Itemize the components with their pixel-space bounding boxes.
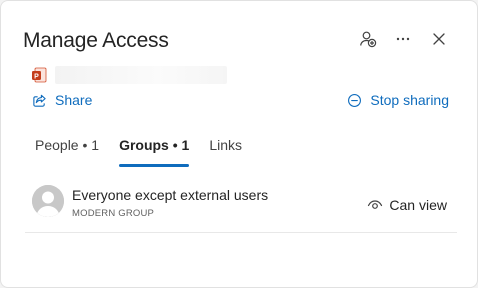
share-icon	[33, 94, 46, 107]
stop-icon	[348, 93, 362, 107]
member-row: Everyone except external users MODERN GR…	[25, 181, 457, 233]
permission-dropdown[interactable]: Can view	[367, 197, 447, 213]
file-name	[55, 66, 227, 84]
member-type: MODERN GROUP	[72, 208, 155, 219]
access-tabs: People • 1 Groups • 1 Links	[25, 135, 252, 169]
more-icon[interactable]	[393, 29, 413, 49]
eye-icon	[368, 200, 383, 209]
member-name: Everyone except external users	[72, 187, 269, 203]
dialog-title: Manage Access	[23, 29, 169, 52]
share-label: Share	[55, 92, 93, 108]
powerpoint-file-icon: P	[31, 67, 47, 83]
tab-links[interactable]: Links	[199, 135, 252, 167]
stop-sharing-label: Stop sharing	[370, 92, 449, 108]
group-avatar-icon	[32, 185, 64, 217]
person-add-icon[interactable]	[358, 29, 378, 49]
stop-sharing-button[interactable]: Stop sharing	[347, 92, 449, 108]
share-button[interactable]: Share	[32, 92, 92, 108]
tab-people[interactable]: People • 1	[25, 135, 109, 167]
tab-groups[interactable]: Groups • 1	[109, 135, 199, 167]
shared-file: P	[31, 66, 227, 84]
manage-access-dialog: Manage Access P Share Stop sharing Peopl…	[0, 0, 478, 288]
close-icon[interactable]	[429, 29, 449, 49]
permission-label: Can view	[389, 197, 447, 213]
svg-text:P: P	[34, 73, 39, 80]
